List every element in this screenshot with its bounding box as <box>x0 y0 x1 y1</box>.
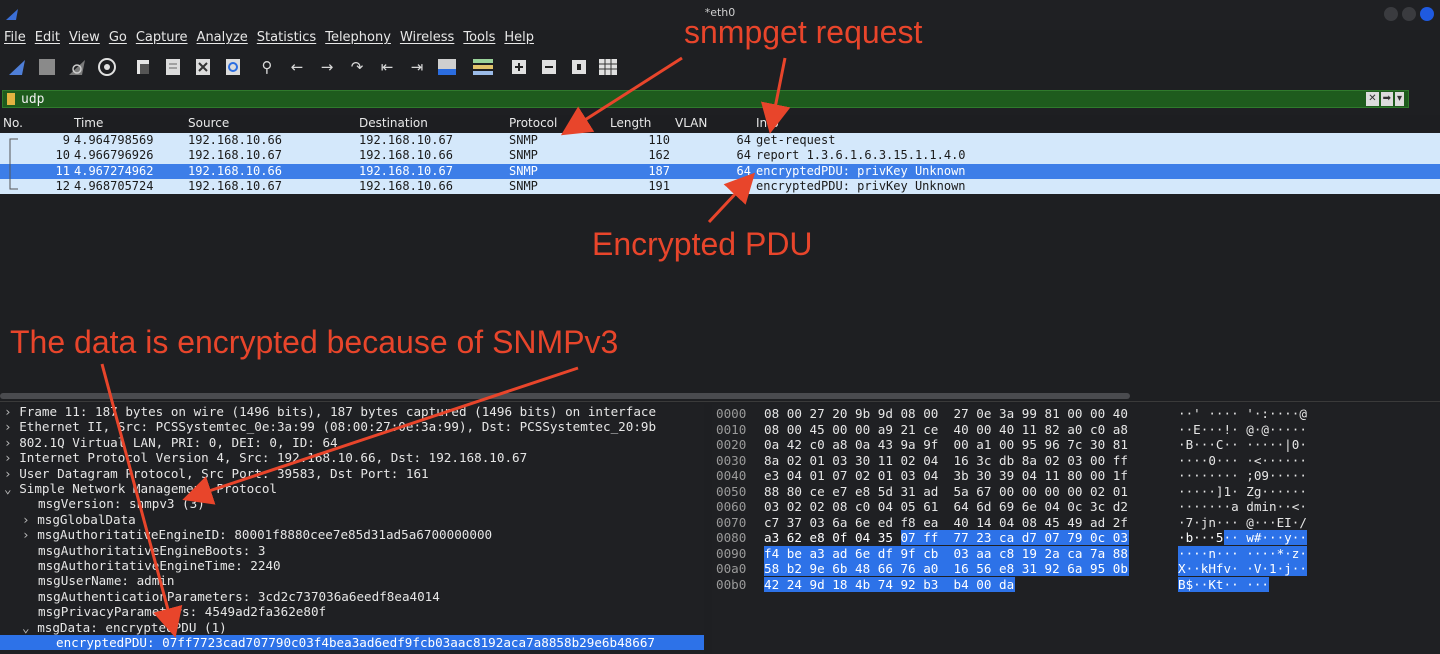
arrow-to-encryptedpdu <box>100 363 183 638</box>
arrow-to-msgversion <box>182 366 579 505</box>
arrow-to-protocol <box>560 56 683 136</box>
conversation-bracket <box>9 138 18 190</box>
arrow-to-length <box>707 172 756 224</box>
annotation-arrows <box>100 56 791 638</box>
arrow-to-info <box>760 57 791 134</box>
